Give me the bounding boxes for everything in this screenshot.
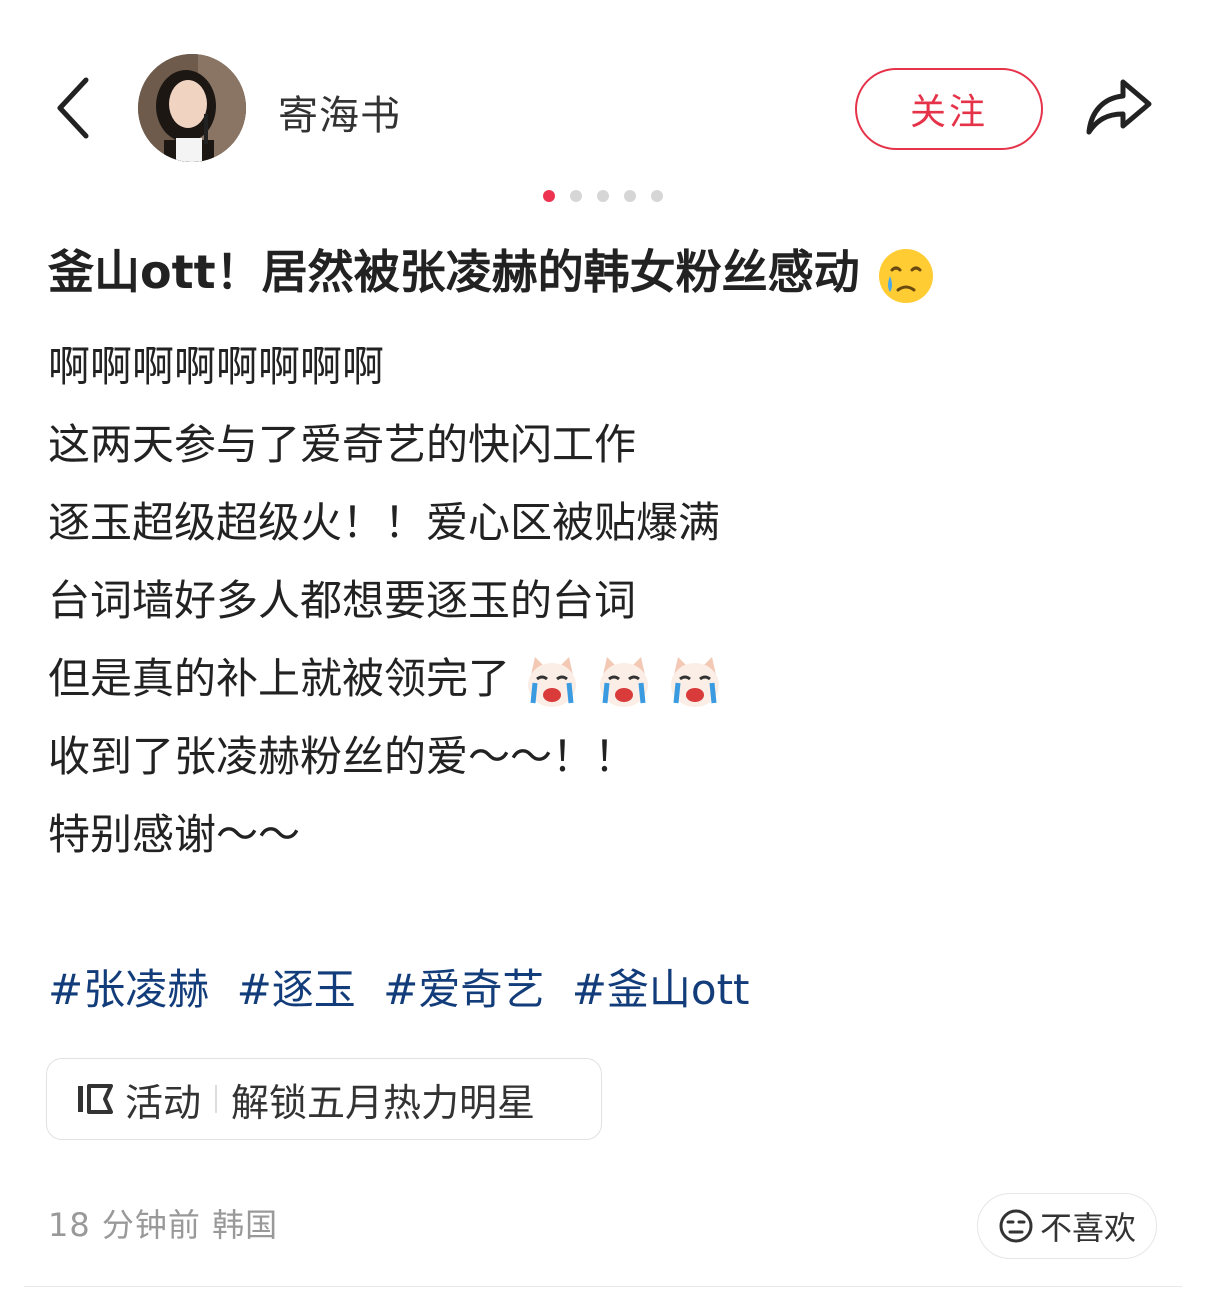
share-arrow-icon <box>1086 79 1152 135</box>
hashtag[interactable]: #釜山ott <box>572 965 750 1014</box>
divider <box>215 1085 218 1113</box>
follow-button[interactable]: 关注 <box>855 68 1043 150</box>
carousel-dot[interactable] <box>651 190 663 202</box>
hashtag[interactable]: #爱奇艺 <box>383 965 544 1014</box>
activity-label: 活动 <box>125 1080 202 1125</box>
hashtag[interactable]: #张凌赫 <box>48 965 209 1014</box>
post-meta: 18 分钟前 韩国 <box>48 1206 279 1244</box>
dislike-button[interactable]: 不喜欢 <box>977 1193 1157 1259</box>
crying-face-emoji <box>878 248 933 303</box>
activity-chip[interactable]: 活动 解锁五月热力明星 <box>46 1058 602 1140</box>
body-line: 收到了张凌赫粉丝的爱～～！！ <box>48 732 637 781</box>
body-line: 逐玉超级超级火！！爱心区被贴爆满 <box>48 498 721 547</box>
activity-tag-icon <box>78 1084 113 1114</box>
body-line: 啊啊啊啊啊啊啊啊 <box>48 342 385 391</box>
hashtag[interactable]: #逐玉 <box>237 965 356 1014</box>
body-line: 这两天参与了爱奇艺的快闪工作 <box>48 420 637 469</box>
avatar-image <box>138 54 246 162</box>
carousel-dot[interactable] <box>624 190 636 202</box>
back-chevron-icon <box>57 77 89 139</box>
neutral-face-icon <box>999 1209 1033 1243</box>
back-button[interactable] <box>50 72 100 144</box>
crying-dog-emoji <box>671 656 720 707</box>
activity-text: 解锁五月热力明星 <box>231 1080 536 1125</box>
carousel-dot-active[interactable] <box>543 190 555 202</box>
share-button[interactable] <box>1083 72 1155 142</box>
post-title: 釜山ott！居然被张凌赫的韩女粉丝感动 <box>48 240 936 306</box>
crying-dog-emoji <box>528 656 577 707</box>
body-line: 特别感谢～～ <box>48 810 301 859</box>
carousel-dot[interactable] <box>597 190 609 202</box>
post-body: 啊啊啊啊啊啊啊啊 这两天参与了爱奇艺的快闪工作 逐玉超级超级火！！爱心区被贴爆满… <box>48 328 1168 874</box>
post-title-text: 釜山ott！居然被张凌赫的韩女粉丝感动 <box>48 245 860 299</box>
dislike-label: 不喜欢 <box>1039 1209 1136 1247</box>
username[interactable]: 寄海书 <box>278 83 401 141</box>
body-line: 台词墙好多人都想要逐玉的台词 <box>48 576 637 625</box>
body-line-with-emoji: 但是真的补上就被领完了 <box>48 640 1168 718</box>
carousel-dot[interactable] <box>570 190 582 202</box>
carousel-indicator <box>0 190 1206 202</box>
body-line: 但是真的补上就被领完了 <box>48 654 511 703</box>
hashtag-list: #张凌赫 #逐玉 #爱奇艺 #釜山ott <box>48 960 764 1020</box>
divider <box>24 1286 1182 1287</box>
post-header: 寄海书 关注 <box>0 0 1206 190</box>
crying-dog-emoji <box>599 656 648 707</box>
avatar[interactable] <box>138 54 246 162</box>
